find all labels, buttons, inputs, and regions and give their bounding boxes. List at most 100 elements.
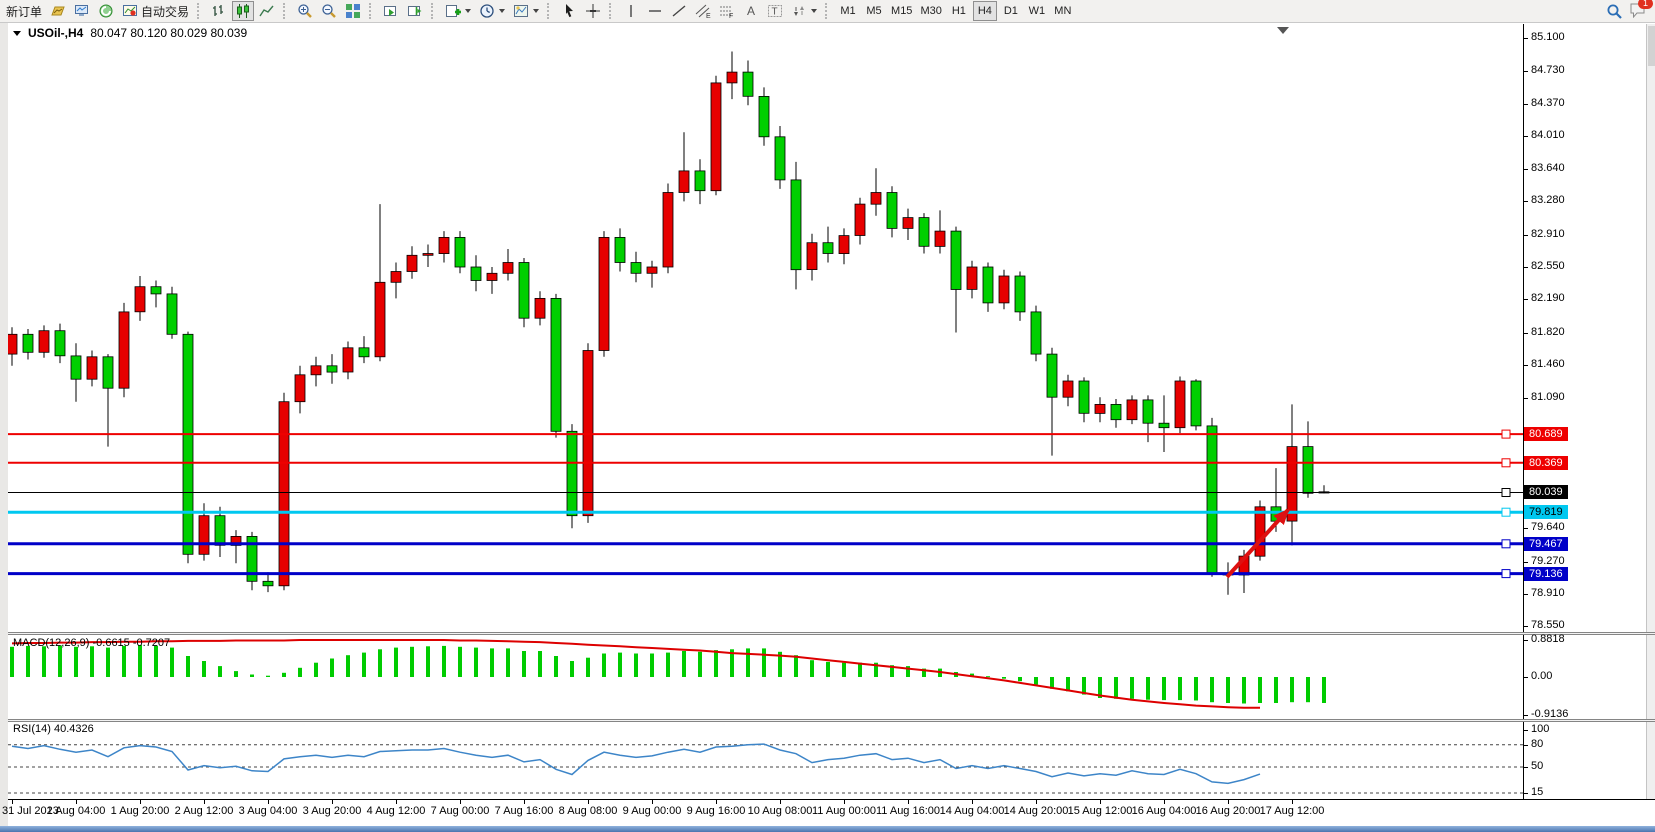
chart-shift-marker[interactable] [1277,27,1289,34]
trendline-icon [671,3,687,19]
text-button[interactable]: A [740,1,762,21]
candle-body [615,237,625,262]
toolbar-drag-handle[interactable] [547,3,553,19]
macd-bar [410,647,414,677]
new-chart-button[interactable] [47,1,69,21]
candle-body [647,267,657,273]
fibonacci-button[interactable]: F [716,1,738,21]
pane-splitter[interactable] [8,719,1655,722]
macd-bar [1146,677,1150,700]
rsi-pane[interactable] [8,722,1523,799]
timeframe-d1[interactable]: D1 [999,1,1023,21]
navigator-button[interactable] [95,1,117,21]
macd-bar [810,660,814,677]
vertical-line-button[interactable] [620,1,642,21]
candle-body [1303,447,1313,494]
horizontal-line-button[interactable] [644,1,666,21]
line-anchor[interactable] [1502,489,1510,497]
crosshair-button[interactable] [582,1,604,21]
timeframe-m5[interactable]: M5 [862,1,886,21]
toolbar-drag-handle[interactable] [431,3,437,19]
candle-body [1063,381,1073,397]
timeframe-m1[interactable]: M1 [836,1,860,21]
line-anchor[interactable] [1502,459,1510,467]
macd-bar [330,659,334,678]
rsi-label: RSI(14) 40.4326 [13,723,94,735]
macd-bar [234,671,238,677]
macd-bar [714,650,718,677]
auto-trading-label: 自动交易 [141,3,189,20]
arrows-button[interactable] [788,1,820,21]
timeframe-m15[interactable]: M15 [888,1,915,21]
market-watch-button[interactable] [71,1,93,21]
macd-bar [634,654,638,678]
zoom-in-button[interactable] [294,1,316,21]
main-chart-pane[interactable] [8,24,1523,632]
candle-body [903,218,913,229]
text-label-button[interactable]: T [764,1,786,21]
macd-bar [842,663,846,677]
equidistant-channel-button[interactable]: E [692,1,714,21]
candle-body [279,402,289,586]
macd-bar [154,646,158,677]
macd-bar [1066,677,1070,691]
search-icon[interactable] [1606,3,1623,20]
tile-windows-button[interactable] [342,1,364,21]
new-chart-icon [50,3,66,19]
symbol-dropdown-icon[interactable] [13,31,21,36]
timeframe-m30[interactable]: M30 [917,1,944,21]
vertical-scrollbar[interactable] [1646,24,1655,799]
macd-pane[interactable] [8,635,1523,719]
macd-bar [1306,677,1310,702]
macd-bar [794,655,798,677]
horizontal-line-icon [647,3,663,19]
trendline-button[interactable] [668,1,690,21]
auto-scroll-button[interactable] [380,1,402,21]
toolbar-drag-handle[interactable] [609,3,615,19]
toolbar-drag-handle[interactable] [825,3,831,19]
indicators-button[interactable] [442,1,474,21]
timeframe-w1[interactable]: W1 [1025,1,1049,21]
periods-button[interactable] [476,1,508,21]
pane-splitter[interactable] [8,632,1655,635]
templates-button[interactable] [510,1,542,21]
candle-body [999,276,1009,303]
macd-bar [570,661,574,677]
line-anchor[interactable] [1502,540,1510,548]
market-watch-icon [74,3,90,19]
new-order-button[interactable]: 新订单 [3,1,45,21]
toolbar-drag-handle[interactable] [283,3,289,19]
candle-body [535,298,545,318]
timeframe-group: M1M5M15M30H1H4D1W1MN [836,1,1075,21]
candle-body [359,348,369,357]
line-chart-button[interactable] [256,1,278,21]
zoom-out-button[interactable] [318,1,340,21]
notifications-button[interactable]: 1 [1629,2,1647,21]
bar-chart-button[interactable] [208,1,230,21]
cursor-button[interactable] [558,1,580,21]
candle-body [71,356,81,379]
auto-trading-button[interactable]: 自动交易 [119,1,192,21]
line-anchor[interactable] [1502,508,1510,516]
candle-body [87,357,97,379]
timeframe-h1[interactable]: H1 [947,1,971,21]
zoom-in-icon [297,3,313,19]
line-anchor[interactable] [1502,570,1510,578]
svg-text:F: F [729,13,733,19]
dropdown-caret-icon [533,9,539,13]
candle-body [1191,381,1201,426]
toolbar-drag-handle[interactable] [197,3,203,19]
mt4-terminal: 新订单 自动交易 E F A T M1M5M [0,0,1655,832]
chart-shift-button[interactable] [404,1,426,21]
macd-bar [538,651,542,677]
toolbar-drag-handle[interactable] [369,3,375,19]
macd-bar [26,646,30,677]
timeframe-h4[interactable]: H4 [973,1,997,21]
line-anchor[interactable] [1502,430,1510,438]
scrollbar-thumb[interactable] [1648,26,1655,66]
candlestick-chart-button[interactable] [232,1,254,21]
macd-bar [282,673,286,677]
candle-body [775,137,785,180]
timeframe-mn[interactable]: MN [1051,1,1075,21]
candle-body [967,267,977,289]
